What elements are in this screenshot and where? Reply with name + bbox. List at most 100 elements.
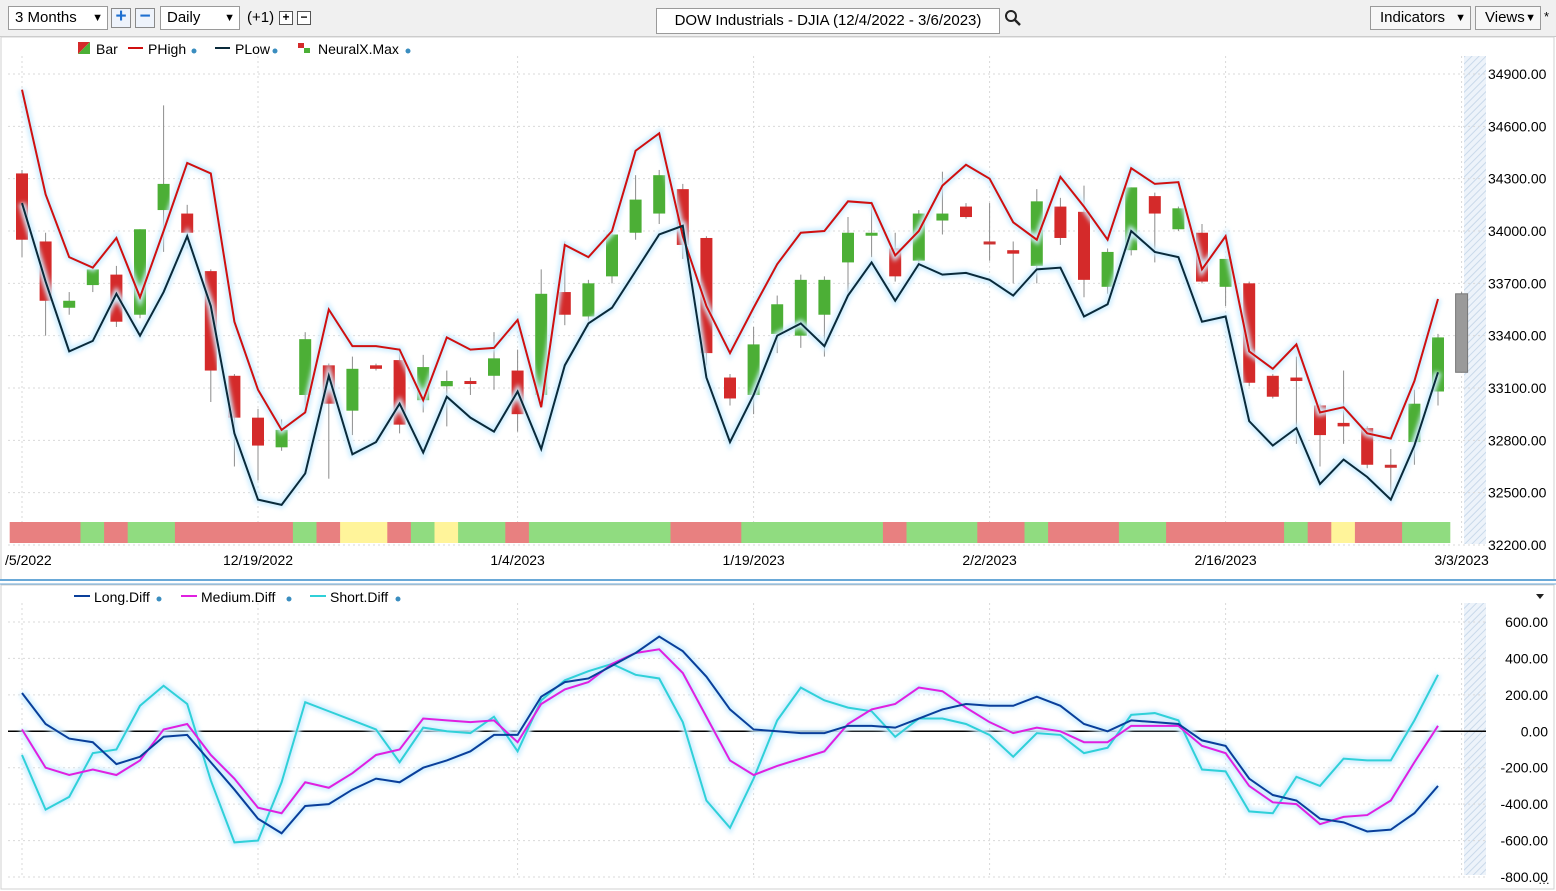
neuralx-band-cell	[1142, 522, 1168, 543]
neuralx-band-cell	[552, 522, 578, 543]
candle-body	[724, 377, 736, 399]
future-projection-zone-lower	[1464, 603, 1486, 875]
neuralx-band-cell	[1260, 522, 1286, 543]
legend-label-neuralx: NeuralX.Max	[318, 41, 399, 57]
candle-body	[983, 241, 996, 245]
neuralx-band	[9, 522, 1451, 543]
neuralx-band-cell	[764, 522, 790, 543]
neuralx-band-cell	[1118, 522, 1144, 543]
date-tick-label: 2/2/2023	[962, 552, 1017, 568]
neuralx-band-cell	[33, 522, 58, 543]
dot-icon	[272, 48, 278, 54]
dot-icon	[405, 48, 411, 54]
neuralx-band-cell	[906, 522, 932, 543]
neuralx-band-cell	[741, 522, 766, 543]
date-tick-label: 1/19/2023	[722, 552, 784, 568]
candle-body	[1078, 211, 1090, 280]
candle-body	[346, 368, 359, 411]
candle-body	[370, 365, 382, 369]
neuralx-band-cell	[1425, 522, 1451, 543]
diff-tick-label: -400.00	[1501, 796, 1549, 812]
date-tick-label: 12/19/2022	[223, 552, 293, 568]
neuralx-band-cell	[9, 522, 35, 543]
neuralx-band-cell	[1095, 522, 1120, 543]
candle-body	[771, 304, 784, 334]
neuralx-band-cell	[363, 522, 389, 543]
price-tick-label: 33100.00	[1488, 380, 1547, 396]
neuralx-band-cell	[528, 522, 554, 543]
neuralx-legend-icon	[298, 43, 304, 48]
candle-body	[440, 381, 453, 387]
price-tick-label: 32200.00	[1488, 537, 1547, 553]
candle-body	[842, 232, 854, 263]
neuralx-band-cell	[599, 522, 625, 543]
diff-tick-label: 200.00	[1505, 687, 1548, 703]
neuralx-band-cell	[1402, 522, 1427, 543]
neuralx-band-cell	[104, 522, 129, 543]
neuralx-band-cell	[127, 522, 153, 543]
neuralx-band-cell	[953, 522, 979, 543]
neuralx-band-cell	[481, 522, 507, 543]
candle-body	[252, 417, 264, 446]
neuralx-band-cell	[56, 522, 82, 543]
price-tick-label: 33700.00	[1488, 275, 1547, 291]
candle-body	[1290, 377, 1303, 382]
neuralx-band-cell	[1000, 522, 1026, 543]
pane-resize-handle[interactable]: …	[1538, 873, 1550, 887]
neuralx-band-cell	[646, 522, 672, 543]
neuralx-band-cell	[1307, 522, 1333, 543]
diff-tick-label: -600.00	[1501, 833, 1549, 849]
neuralx-band-cell	[1048, 522, 1073, 543]
neuralx-band-cell	[1378, 522, 1404, 543]
candle-body	[1266, 375, 1279, 397]
candle-body	[464, 381, 477, 385]
neuralx-band-cell	[1331, 522, 1356, 543]
dot-icon	[156, 596, 162, 602]
candle-body	[936, 213, 949, 221]
legend-label-phigh: PHigh	[148, 41, 186, 57]
neuralx-band-cell	[1166, 522, 1191, 543]
neuralx-band-cell	[859, 522, 884, 543]
neuralx-band-cell	[80, 522, 106, 543]
date-tick-label: 1/4/2023	[490, 552, 545, 568]
neuralx-band-cell	[198, 522, 224, 543]
dot-icon	[191, 48, 197, 54]
neuralx-band-cell	[1284, 522, 1309, 543]
candle-body	[865, 232, 878, 236]
dot-icon	[286, 596, 292, 602]
neuralx-band-cell	[1354, 522, 1380, 543]
candle-body	[86, 269, 99, 286]
date-tick-label: 3/3/2023	[1434, 552, 1489, 568]
neuralx-band-cell	[269, 522, 294, 543]
neuralx-band-cell	[930, 522, 955, 543]
neuralx-band-cell	[1071, 522, 1097, 543]
legend-label-plow: PLow	[235, 41, 271, 57]
neuralx-band-cell	[882, 522, 908, 543]
price-tick-label: 34300.00	[1488, 171, 1547, 187]
neuralx-band-cell	[1189, 522, 1215, 543]
price-tick-label: 32500.00	[1488, 485, 1547, 501]
candle-body	[157, 183, 170, 211]
candle-body	[1384, 464, 1397, 468]
neuralx-band-cell	[174, 522, 200, 543]
date-tick-label: /5/2022	[5, 552, 52, 568]
diff-tick-label: 400.00	[1505, 650, 1548, 666]
neuralx-band-cell	[340, 522, 365, 543]
candle-body	[1007, 250, 1020, 254]
diff-tick-label: 0.00	[1521, 723, 1548, 739]
neuralx-legend-icon-up	[304, 48, 310, 53]
diff-tick-label: 600.00	[1505, 614, 1548, 630]
neuralx-band-cell	[977, 522, 1002, 543]
candle-body	[1337, 422, 1350, 427]
price-tick-label: 34900.00	[1488, 66, 1547, 82]
legend-label-short: Short.Diff	[330, 589, 388, 605]
neuralx-band-cell	[1213, 522, 1238, 543]
neuralx-band-cell	[245, 522, 271, 543]
neuralx-band-cell	[458, 522, 483, 543]
candle-body	[1172, 208, 1185, 230]
legend-label-long: Long.Diff	[94, 589, 150, 605]
neuralx-band-cell	[576, 522, 601, 543]
price-tick-label: 32800.00	[1488, 432, 1547, 448]
neuralx-band-cell	[222, 522, 247, 543]
neuralx-band-cell	[1024, 522, 1050, 543]
